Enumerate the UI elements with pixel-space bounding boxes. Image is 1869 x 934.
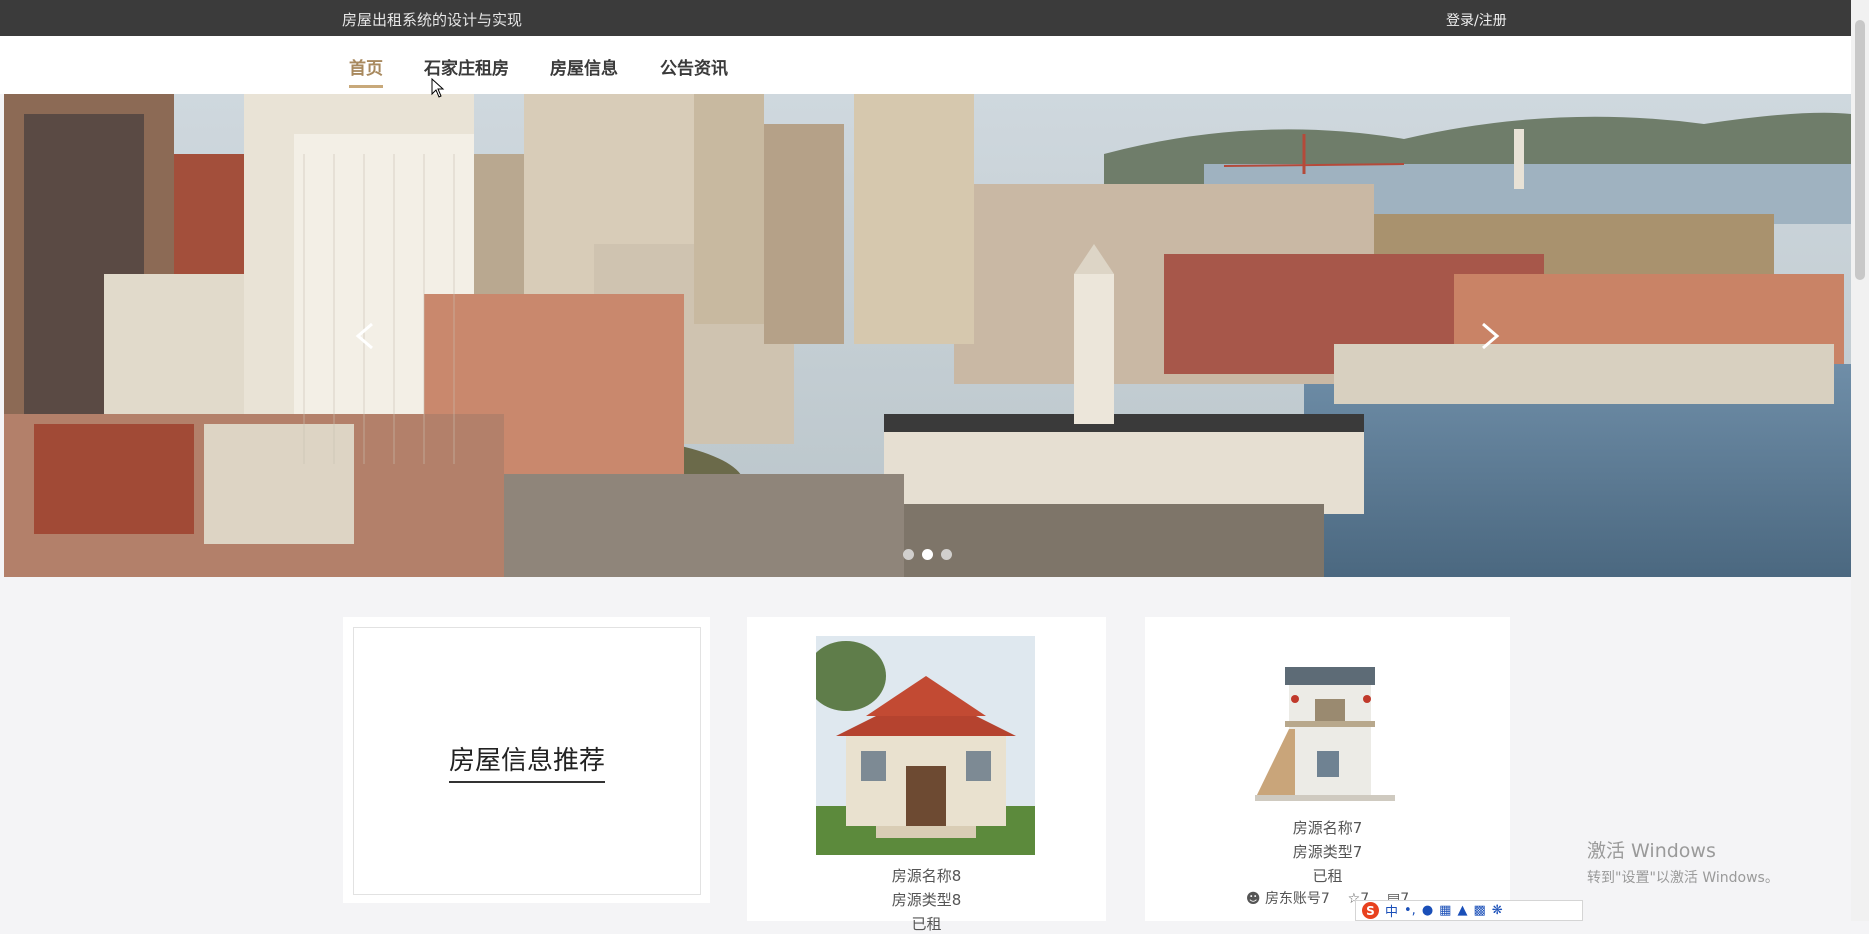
carousel-dot-3[interactable]: [941, 549, 952, 560]
ime-language-toggle[interactable]: 中: [1385, 901, 1398, 920]
listing-villa-image[interactable]: [816, 636, 1035, 855]
ime-toolbar[interactable]: S 中 •, ● ▦ ▲ ▩ ❋: [1355, 900, 1583, 921]
skin-icon[interactable]: ▲: [1457, 903, 1467, 918]
recommend-box: 房屋信息推荐: [353, 627, 701, 895]
nav-announcements[interactable]: 公告资讯: [660, 54, 728, 85]
listing-status: 已租: [911, 915, 942, 933]
carousel-dot-2[interactable]: [922, 549, 933, 560]
listing-type: 房源类型8: [891, 891, 962, 909]
carousel-dot-1[interactable]: [903, 549, 914, 560]
windows-activation-watermark: 激活 Windows 转到"设置"以激活 Windows。: [1587, 836, 1779, 887]
owner-account: 房东账号7: [1264, 891, 1330, 907]
listing-card[interactable]: 房源名称7 房源类型7 已租 ☻ 房东账号7 ☆7 ▤7: [1145, 617, 1510, 921]
recommend-title: 房屋信息推荐: [448, 740, 605, 783]
listing-status: 已租: [1312, 867, 1343, 885]
user-icon: ☻: [1245, 891, 1261, 907]
scrollbar-thumb[interactable]: [1855, 20, 1865, 280]
banner-carousel[interactable]: [4, 94, 1851, 577]
listing-name: 房源名称8: [891, 867, 962, 885]
page-scrollbar[interactable]: [1851, 0, 1869, 921]
nav-house-info[interactable]: 房屋信息: [550, 54, 618, 85]
toolbox-icon[interactable]: ▩: [1473, 903, 1485, 918]
login-register-link[interactable]: 登录/注册: [1446, 10, 1507, 30]
punctuation-icon[interactable]: •,: [1404, 903, 1416, 918]
carousel-prev-arrow-icon[interactable]: [346, 316, 386, 356]
banner-city-image: [4, 94, 1851, 577]
carousel-indicators: [903, 549, 952, 560]
listing-type: 房源类型7: [1292, 843, 1363, 861]
nav-home[interactable]: 首页: [349, 54, 383, 88]
watermark-title: 激活 Windows: [1587, 840, 1716, 862]
recommend-card: 房屋信息推荐: [343, 617, 710, 903]
listing-card[interactable]: 房源名称8 房源类型8 已租: [747, 617, 1106, 933]
microphone-icon[interactable]: ●: [1422, 903, 1433, 918]
keyboard-icon[interactable]: ▦: [1439, 903, 1451, 918]
listing-name: 房源名称7: [1292, 819, 1363, 837]
watermark-subtitle: 转到"设置"以激活 Windows。: [1587, 870, 1779, 886]
main-nav: 首页 石家庄租房 房屋信息 公告资讯: [0, 36, 1851, 94]
site-title: 房屋出租系统的设计与实现: [342, 11, 523, 29]
top-bar: 房屋出租系统的设计与实现 登录/注册: [0, 0, 1851, 36]
mouse-cursor-icon: [431, 78, 445, 98]
sogou-logo-icon[interactable]: S: [1362, 902, 1379, 919]
settings-gear-icon[interactable]: ❋: [1492, 903, 1503, 918]
listing-small-house-image[interactable]: [1255, 659, 1395, 804]
carousel-next-arrow-icon[interactable]: [1469, 316, 1509, 356]
